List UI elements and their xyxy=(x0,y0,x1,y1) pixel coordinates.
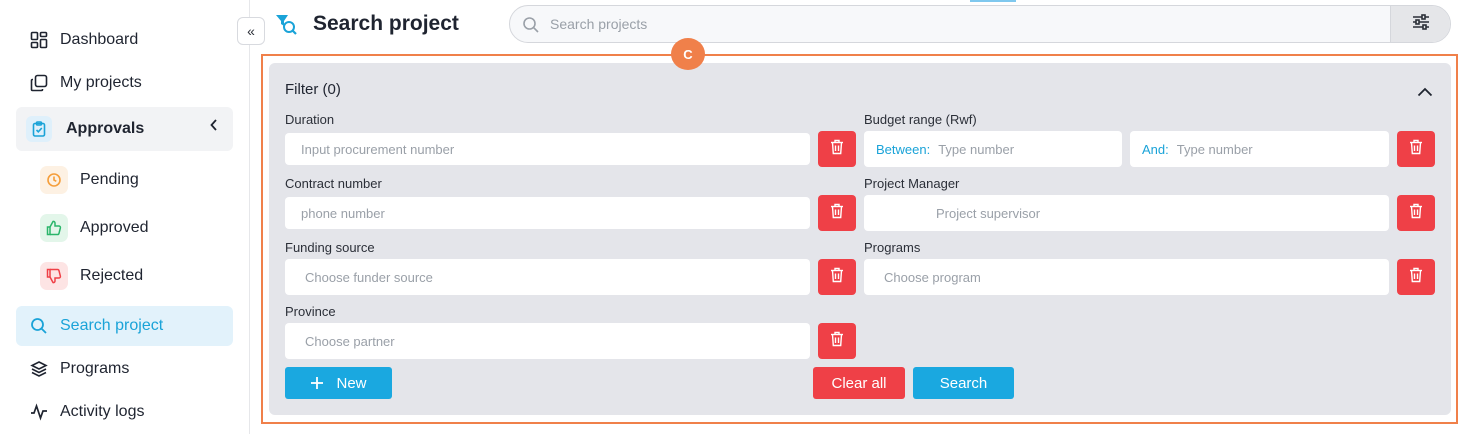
programs-placeholder: Choose program xyxy=(884,269,981,285)
budget-and-prefix: And: xyxy=(1142,141,1169,157)
delete-funding-button[interactable] xyxy=(818,259,856,295)
sidebar-item-programs[interactable]: Programs xyxy=(16,349,233,389)
budget-between-placeholder: Type number xyxy=(938,141,1015,157)
duration-placeholder: Input procurement number xyxy=(301,141,455,157)
programs-label: Programs xyxy=(864,240,921,255)
layers-icon xyxy=(28,358,50,380)
new-filter-button[interactable]: New xyxy=(285,367,392,399)
budget-and-placeholder: Type number xyxy=(1176,141,1253,157)
sidebar-subitem-label: Approved xyxy=(80,219,149,236)
sliders-icon xyxy=(1412,13,1430,35)
sidebar-item-label: Dashboard xyxy=(60,31,139,48)
funding-source-label: Funding source xyxy=(285,240,375,255)
project-manager-select[interactable]: Project supervisor xyxy=(864,195,1389,231)
budget-range-label: Budget range (Rwf) xyxy=(864,112,977,127)
trash-icon xyxy=(1409,139,1423,160)
trash-icon xyxy=(1409,267,1423,288)
funding-source-placeholder: Choose funder source xyxy=(305,269,433,285)
new-label: New xyxy=(336,374,367,392)
search-icon xyxy=(28,315,50,337)
project-manager-placeholder: Project supervisor xyxy=(936,205,1041,221)
chevron-left-icon xyxy=(209,118,219,136)
province-select[interactable]: Choose partner xyxy=(285,323,810,359)
sidebar-item-search-project[interactable]: Search project xyxy=(16,306,233,346)
filter-title: Filter (0) xyxy=(285,81,341,98)
trash-icon xyxy=(1409,203,1423,224)
search-project-icon xyxy=(274,12,298,41)
sidebar-item-activity-logs[interactable]: Activity logs xyxy=(16,392,233,432)
delete-contract-button[interactable] xyxy=(818,195,856,231)
contract-number-label: Contract number xyxy=(285,176,382,191)
duration-label: Duration xyxy=(285,112,335,127)
search-icon xyxy=(522,16,540,39)
delete-programs-button[interactable] xyxy=(1397,259,1435,295)
sidebar-item-label: My projects xyxy=(60,74,142,91)
sidebar-item-approvals[interactable]: Approvals xyxy=(16,107,233,151)
sidebar-item-label: Programs xyxy=(60,360,130,377)
programs-select[interactable]: Choose program xyxy=(864,259,1389,295)
sidebar-item-label: Search project xyxy=(60,317,164,334)
duration-field[interactable]: Input procurement number xyxy=(285,133,810,165)
thumbs-up-icon xyxy=(40,214,68,242)
sidebar-item-my-projects[interactable]: My projects xyxy=(16,63,233,103)
contract-number-placeholder: phone number xyxy=(301,205,385,221)
project-manager-label: Project Manager xyxy=(864,176,960,191)
contract-number-field[interactable]: phone number xyxy=(285,197,810,229)
trash-icon xyxy=(830,203,844,224)
activity-icon xyxy=(28,401,50,423)
province-placeholder: Choose partner xyxy=(305,333,395,349)
funding-source-select[interactable]: Choose funder source xyxy=(285,259,810,295)
search-bar xyxy=(509,5,1451,43)
budget-and-field[interactable]: And: Type number xyxy=(1130,131,1389,167)
delete-province-button[interactable] xyxy=(818,323,856,359)
delete-budget-button[interactable] xyxy=(1397,131,1435,167)
chevron-up-icon[interactable] xyxy=(1417,84,1433,102)
sidebar-subitem-label: Pending xyxy=(80,171,139,188)
clipboard-check-icon xyxy=(26,116,52,142)
annotation-badge: C xyxy=(671,38,705,70)
plus-icon xyxy=(310,376,324,390)
filter-panel xyxy=(269,63,1451,415)
top-accent-bar xyxy=(970,0,1016,2)
clock-icon xyxy=(40,166,68,194)
budget-between-field[interactable]: Between: Type number xyxy=(864,131,1122,167)
collapse-sidebar-button[interactable]: « xyxy=(237,17,265,45)
sidebar: Dashboard My projects Approvals Pending … xyxy=(0,0,250,434)
province-label: Province xyxy=(285,304,336,319)
search-button[interactable]: Search xyxy=(913,367,1014,399)
page-title: Search project xyxy=(313,12,459,35)
copy-icon xyxy=(28,72,50,94)
search-input[interactable] xyxy=(550,6,1390,42)
clear-all-button[interactable]: Clear all xyxy=(813,367,905,399)
sidebar-subitem-approved[interactable]: Approved xyxy=(40,213,149,243)
sidebar-item-label: Approvals xyxy=(66,120,145,137)
dashboard-icon xyxy=(28,29,50,51)
budget-between-prefix: Between: xyxy=(876,141,931,157)
sidebar-item-label: Activity logs xyxy=(60,403,145,420)
sidebar-subitem-rejected[interactable]: Rejected xyxy=(40,261,143,291)
sidebar-subitem-pending[interactable]: Pending xyxy=(40,165,139,195)
trash-icon xyxy=(830,267,844,288)
delete-duration-button[interactable] xyxy=(818,131,856,167)
trash-icon xyxy=(830,331,844,352)
sidebar-subitem-label: Rejected xyxy=(80,267,144,284)
sidebar-item-dashboard[interactable]: Dashboard xyxy=(16,20,233,60)
thumbs-down-icon xyxy=(40,262,68,290)
delete-manager-button[interactable] xyxy=(1397,195,1435,231)
trash-icon xyxy=(830,139,844,160)
filter-toggle-button[interactable] xyxy=(1390,6,1450,42)
